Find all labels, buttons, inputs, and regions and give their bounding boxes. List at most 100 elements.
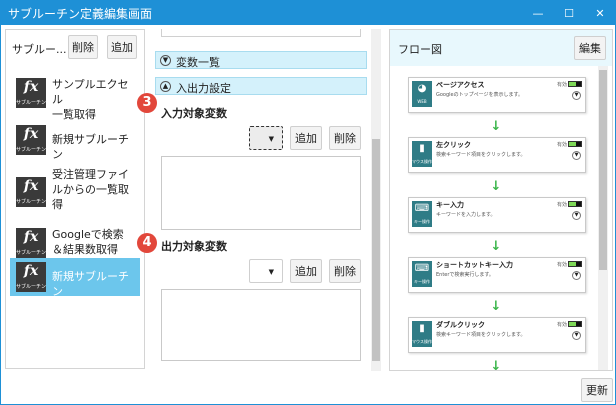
flow-step-card[interactable]: ⌨ キー操作 キー入力 キーワードを入力します。 有効 ▼ xyxy=(408,197,586,233)
delete-subroutine-button[interactable]: 削除 xyxy=(68,35,98,59)
flow-diagram-header: フロー図 編集 xyxy=(390,30,612,66)
flow-step-title: ダブルクリック xyxy=(436,321,485,329)
variables-section-header[interactable]: ▼ 変数一覧 xyxy=(155,51,367,69)
subroutine-item[interactable]: fx サブルーチン サンプルエクセル 一覧取得 xyxy=(10,70,140,121)
flow-scrollbar-thumb[interactable] xyxy=(599,70,607,270)
close-button[interactable]: ✕ xyxy=(585,1,615,25)
expand-chevron-icon[interactable]: ▼ xyxy=(572,331,581,340)
keyboard-icon: ⌨ キー操作 xyxy=(412,201,432,227)
flow-arrow-icon: ↓ xyxy=(490,179,502,194)
flow-step-description: Enterで検索実行します。 xyxy=(436,272,494,278)
delete-input-variable-button[interactable]: 削除 xyxy=(329,126,361,150)
enabled-label: 有効 xyxy=(557,262,568,268)
add-input-variable-button[interactable]: 追加 xyxy=(290,126,322,150)
previous-content-box xyxy=(161,29,361,37)
maximize-icon: ☐ xyxy=(564,6,574,20)
flow-step-description: キーワードを入力します。 xyxy=(436,212,496,218)
io-settings-section-label: 入出力設定 xyxy=(176,82,231,95)
flow-diagram-canvas: ◕ WEB ページアクセス Googleのトップページを表示します。 有効 ▼ ↓… xyxy=(390,66,612,370)
mouse-icon: ▮ マウス操作 xyxy=(412,321,432,347)
output-variable-select[interactable]: ▼ xyxy=(249,259,283,283)
flow-step-description: 検索キーワード項目をクリックします。 xyxy=(436,332,526,338)
enabled-label: 有効 xyxy=(557,142,568,148)
subroutine-item-label: 新規サブルーチン xyxy=(52,270,129,298)
variables-section-label: 変数一覧 xyxy=(176,56,220,69)
subroutine-list-header: サブルー... 削除 追加 xyxy=(6,30,144,66)
flow-arrow-icon: ↓ xyxy=(490,299,502,314)
minimize-icon: — xyxy=(532,6,544,20)
chevron-up-icon: ▲ xyxy=(160,81,171,92)
enabled-toggle[interactable] xyxy=(568,321,582,327)
output-variables-label: 出力対象変数 xyxy=(161,240,227,253)
subroutine-item-selected[interactable]: fx サブルーチン 新規サブルーチン xyxy=(10,258,140,298)
subroutine-item[interactable]: fx サブルーチン 新規サブルーチン xyxy=(10,117,140,163)
dropdown-arrow-icon: ▼ xyxy=(268,268,274,276)
flow-step-title: ショートカットキー入力 xyxy=(436,261,513,269)
settings-panel: ▼ 変数一覧 ▲ 入出力設定 3 入力対象変数 ▼ 追加 削除 4 出力対象変数… xyxy=(137,29,383,371)
flow-step-title: 左クリック xyxy=(436,141,471,149)
mouse-icon: ▮ マウス操作 xyxy=(412,141,432,167)
maximize-button[interactable]: ☐ xyxy=(554,1,584,25)
subroutine-item-label: サンプルエクセル 一覧取得 xyxy=(52,78,129,121)
output-variables-list[interactable] xyxy=(161,289,361,361)
chevron-down-icon: ▼ xyxy=(160,55,171,66)
keyboard-icon: ⌨ キー操作 xyxy=(412,261,432,287)
title-bar: サブルーチン定義編集画面 — ☐ ✕ xyxy=(1,1,615,25)
subroutine-item-label: 新規サブルーチン xyxy=(52,133,129,161)
add-output-variable-button[interactable]: 追加 xyxy=(290,259,322,283)
flow-step-card[interactable]: ▮ マウス操作 ダブルクリック 検索キーワード項目をクリックします。 有効 ▼ xyxy=(408,317,586,353)
subroutine-item[interactable]: fx サブルーチン 受注管理ファイ ルからの一覧取得 xyxy=(10,164,140,220)
add-subroutine-button[interactable]: 追加 xyxy=(107,35,137,59)
window-title: サブルーチン定義編集画面 xyxy=(8,7,153,21)
flow-scrollbar[interactable] xyxy=(598,66,608,370)
input-variable-select[interactable]: ▼ xyxy=(249,126,283,150)
minimize-button[interactable]: — xyxy=(523,1,553,25)
subroutine-list-panel: サブルー... 削除 追加 fx サブルーチン サンプルエクセル 一覧取得 fx サブ… xyxy=(5,29,145,369)
subroutine-fx-icon: fx サブルーチン xyxy=(16,177,47,207)
flow-step-description: 検索キーワード項目をクリックします。 xyxy=(436,152,526,158)
flow-step-card[interactable]: ▮ マウス操作 左クリック 検索キーワード項目をクリックします。 有効 ▼ xyxy=(408,137,586,173)
subroutine-list-title: サブルー... xyxy=(12,43,67,56)
flow-arrow-icon: ↓ xyxy=(490,119,502,134)
edit-flow-button[interactable]: 編集 xyxy=(574,36,606,60)
enabled-toggle[interactable] xyxy=(568,261,582,267)
enabled-label: 有効 xyxy=(557,202,568,208)
expand-chevron-icon[interactable]: ▼ xyxy=(572,271,581,280)
flow-diagram-title: フロー図 xyxy=(398,43,442,56)
input-variables-list[interactable] xyxy=(161,156,361,230)
delete-output-variable-button[interactable]: 削除 xyxy=(329,259,361,283)
step-badge-3: 3 xyxy=(137,93,157,113)
enabled-toggle[interactable] xyxy=(568,81,582,87)
flow-step-description: Googleのトップページを表示します。 xyxy=(436,92,524,98)
expand-chevron-icon[interactable]: ▼ xyxy=(572,91,581,100)
subroutine-definition-window: サブルーチン定義編集画面 — ☐ ✕ サブルー... 削除 追加 fx サブルーチ… xyxy=(0,0,616,405)
flow-step-title: ページアクセス xyxy=(436,81,485,89)
dropdown-arrow-icon: ▼ xyxy=(268,135,274,143)
subroutine-item-label: 受注管理ファイ ルからの一覧取得 xyxy=(52,168,129,211)
flow-arrow-icon: ↓ xyxy=(490,359,502,370)
browser-icon: ◕ WEB xyxy=(412,81,432,107)
flow-diagram-panel: フロー図 編集 ◕ WEB ページアクセス Googleのトップページを表示します… xyxy=(389,29,613,371)
update-button[interactable]: 更新 xyxy=(581,378,613,402)
input-variables-label: 入力対象変数 xyxy=(161,107,227,120)
enabled-toggle[interactable] xyxy=(568,201,582,207)
subroutine-fx-icon: fx サブルーチン xyxy=(16,125,47,155)
step-badge-4: 4 xyxy=(137,233,157,253)
flow-arrow-icon: ↓ xyxy=(490,239,502,254)
expand-chevron-icon[interactable]: ▼ xyxy=(572,151,581,160)
settings-scrollbar-thumb[interactable] xyxy=(372,139,380,361)
flow-step-card[interactable]: ◕ WEB ページアクセス Googleのトップページを表示します。 有効 ▼ xyxy=(408,77,586,113)
enabled-label: 有効 xyxy=(557,322,568,328)
subroutine-fx-icon: fx サブルーチン xyxy=(16,228,47,258)
subroutine-fx-icon: fx サブルーチン xyxy=(16,78,47,108)
enabled-label: 有効 xyxy=(557,82,568,88)
close-icon: ✕ xyxy=(595,6,605,20)
subroutine-fx-icon: fx サブルーチン xyxy=(16,262,47,292)
io-settings-section-header[interactable]: ▲ 入出力設定 xyxy=(155,77,367,95)
flow-step-card[interactable]: ⌨ キー操作 ショートカットキー入力 Enterで検索実行します。 有効 ▼ xyxy=(408,257,586,293)
enabled-toggle[interactable] xyxy=(568,141,582,147)
settings-scrollbar[interactable] xyxy=(371,29,381,371)
subroutine-item-label: Googleで検索 ＆結果数取得 xyxy=(52,228,124,256)
flow-step-title: キー入力 xyxy=(436,201,464,209)
expand-chevron-icon[interactable]: ▼ xyxy=(572,211,581,220)
